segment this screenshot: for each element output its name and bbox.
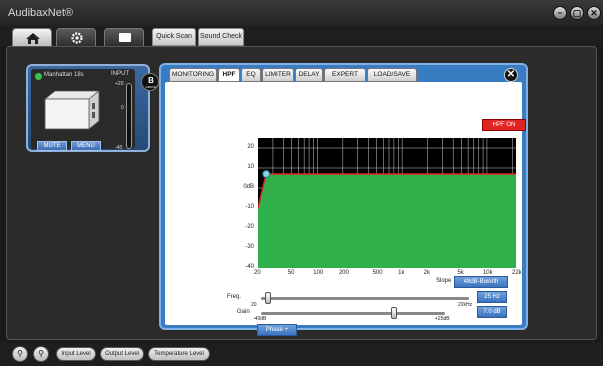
device-card[interactable]: Manhattan 18s INPUT +20 0 -40 MUTE MENU [26, 64, 150, 152]
y-tick-label: -40 [245, 264, 254, 270]
hpf-content: HPF ON Slope 48dB-Bworth Freq. 20 22kHz … [165, 82, 526, 336]
zoom-in-button[interactable]: ⚲ [12, 346, 28, 362]
gear-icon [71, 32, 83, 44]
output-level-button[interactable]: Output Level [100, 347, 144, 361]
processing-panel: MONITORING HPF EQ LIMITER DELAY EXPERT L… [159, 63, 528, 336]
input-level-button[interactable]: Input Level [56, 347, 96, 361]
x-tick-label: 5k [457, 270, 464, 276]
zoom-in-icon: ⚲ [17, 349, 23, 358]
y-tick-label: 0dB [243, 184, 254, 190]
meter-scale-mid: 0 [121, 105, 124, 111]
panel-close-button[interactable]: ✕ [504, 68, 518, 82]
device-card-body: Manhattan 18s INPUT +20 0 -40 MUTE MENU [31, 69, 135, 151]
meter-scale-bottom: -40 [115, 145, 123, 151]
gain-max-label: +25dB [435, 316, 450, 322]
x-tick-label: 50 [287, 270, 295, 276]
input-meter-label: INPUT [111, 71, 129, 77]
tab-hpf[interactable]: HPF [218, 68, 240, 82]
gain-min-label: -40dB [253, 316, 267, 322]
tab-expert[interactable]: EXPERT [324, 68, 366, 82]
tab-monitor[interactable] [104, 28, 144, 46]
device-name: Manhattan 18s [44, 72, 84, 78]
bottom-toolbar: ⚲ ⚲ Input Level Output Level Temperature… [0, 342, 603, 366]
device-status-led [35, 73, 42, 80]
tab-load-save[interactable]: LOAD/SAVE [367, 68, 417, 82]
tab-home[interactable] [12, 28, 52, 46]
y-tick-label: 10 [247, 164, 254, 170]
x-tick-label: 10k [482, 270, 493, 276]
group-letter: B [148, 76, 154, 85]
x-tick-label: 200 [338, 270, 349, 276]
tab-monitoring[interactable]: MONITORING [169, 68, 217, 82]
title-bar: AudibaxNet® − ▢ ✕ [0, 0, 603, 26]
gain-label: Gain [237, 309, 250, 315]
tab-delay[interactable]: DELAY [295, 68, 323, 82]
x-tick-label: 500 [372, 270, 383, 276]
maximize-button[interactable]: ▢ [570, 6, 584, 20]
tab-sound-check[interactable]: Sound Check [198, 28, 244, 46]
hpf-response-graph[interactable] [258, 138, 516, 268]
freq-max-label: 22kHz [458, 302, 473, 308]
tab-limiter[interactable]: LIMITER [262, 68, 294, 82]
meter-scale-top: +20 [115, 81, 124, 87]
gain-slider-thumb[interactable] [391, 307, 398, 319]
slope-select[interactable]: 48dB-Bworth [454, 276, 508, 288]
group-badge[interactable]: B GROUP [141, 73, 159, 91]
zoom-out-button[interactable]: ⚲ [33, 346, 49, 362]
close-window-button[interactable]: ✕ [587, 6, 601, 20]
y-tick-label: -20 [245, 224, 254, 230]
slope-label: Slope [436, 278, 452, 284]
freq-min-label: 20 [251, 302, 257, 308]
main-tab-row: Quick Scan Sound Check [0, 26, 603, 46]
x-tick-label: 2k [423, 270, 430, 276]
x-tick-label: 22k [512, 270, 522, 276]
y-tick-label: 20 [247, 144, 254, 150]
y-tick-label: -30 [245, 244, 254, 250]
cutoff-handle[interactable] [262, 170, 271, 178]
tab-quick-scan[interactable]: Quick Scan [152, 28, 196, 46]
response-fill [258, 174, 516, 268]
menu-button[interactable]: MENU [71, 141, 101, 151]
minimize-button[interactable]: − [553, 6, 567, 20]
x-tick-label: 100 [313, 270, 324, 276]
y-tick-label: -10 [245, 204, 254, 210]
zoom-out-icon: ⚲ [38, 349, 44, 358]
gain-slider-track[interactable] [261, 312, 445, 315]
tab-eq[interactable]: EQ [241, 68, 261, 82]
freq-slider-track[interactable] [261, 297, 469, 300]
tab-settings[interactable] [56, 28, 96, 46]
home-icon [26, 33, 40, 44]
temperature-level-button[interactable]: Temperature Level [148, 347, 210, 361]
freq-label: Freq. [227, 294, 242, 300]
hpf-on-button[interactable]: HPF ON [482, 119, 526, 131]
app-title: AudibaxNet® [8, 7, 73, 19]
phase-button[interactable]: Phase + [257, 324, 297, 336]
freq-value-field[interactable]: 25 Hz [477, 291, 507, 303]
screen-icon [119, 33, 131, 42]
mute-button[interactable]: MUTE [37, 141, 67, 151]
group-label: GROUP [145, 85, 157, 89]
input-level-meter [126, 83, 132, 149]
freq-slider-thumb[interactable] [264, 292, 271, 304]
x-tick-label: 20 [254, 270, 261, 276]
speaker-cabinet-icon [43, 90, 101, 130]
gain-value-field[interactable]: 7.0 dB [477, 306, 507, 318]
x-tick-label: 1k [398, 270, 405, 276]
